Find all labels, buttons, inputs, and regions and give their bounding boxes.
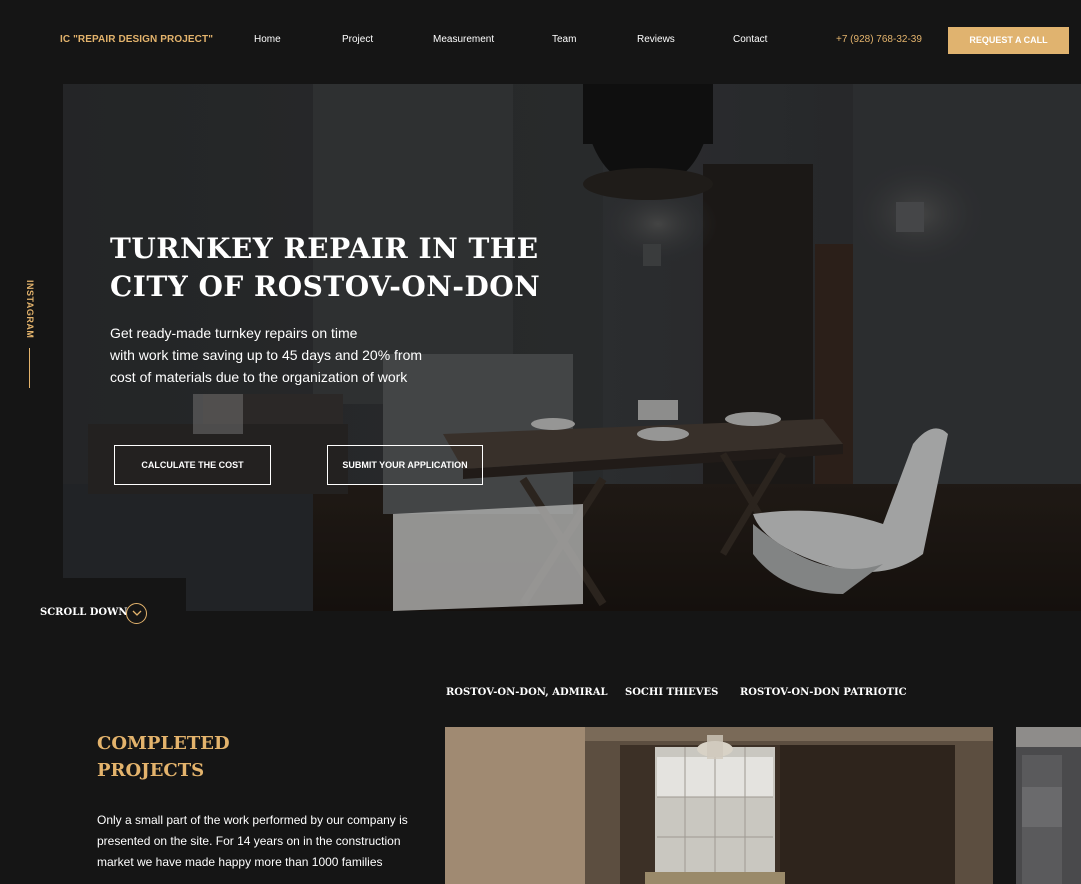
completed-projects-title-line1: COMPLETED [97, 733, 230, 754]
chevron-down-icon[interactable] [126, 603, 147, 624]
instagram-label: INSTAGRAM [25, 280, 35, 339]
hero-title-line1: TURNKEY REPAIR IN THE [110, 232, 539, 265]
scroll-down-label[interactable]: SCROLL DOWN [40, 607, 128, 618]
project-room-illustration-next [1016, 727, 1081, 884]
hero-subtitle-line3: cost of materials due to the organizatio… [110, 369, 408, 385]
nav-reviews[interactable]: Reviews [637, 34, 675, 45]
nav-home[interactable]: Home [254, 34, 281, 45]
phone-number[interactable]: +7 (928) 768-32-39 [836, 34, 922, 45]
project-image-next[interactable] [1016, 727, 1081, 884]
calculate-cost-button[interactable]: CALCULATE THE COST [114, 445, 271, 485]
nav-contact[interactable]: Contact [733, 34, 767, 45]
request-call-button[interactable]: REQUEST A CALL [948, 27, 1069, 54]
hero-subtitle-line2: with work time saving up to 45 days and … [110, 347, 423, 363]
hero-title-line2: CITY OF ROSTOV-ON-DON [110, 270, 541, 303]
instagram-link[interactable]: INSTAGRAM [22, 280, 38, 340]
projects-description-line1: Only a small part of the work performed … [97, 813, 408, 827]
project-tab-rostov-patriotic[interactable]: ROSTOV-ON-DON PATRIOTIC [740, 687, 907, 698]
project-tab-sochi[interactable]: SOCHI THIEVES [625, 687, 718, 698]
hero-subtitle: Get ready-made turnkey repairs on time w… [110, 322, 470, 388]
site-logo[interactable]: IC "REPAIR DESIGN PROJECT" [60, 34, 213, 45]
hero-subtitle-line1: Get ready-made turnkey repairs on time [110, 325, 358, 341]
submit-application-button[interactable]: SUBMIT YOUR APPLICATION [327, 445, 483, 485]
instagram-divider [29, 348, 30, 388]
completed-projects-title: COMPLETED PROJECTS [97, 730, 230, 784]
projects-description: Only a small part of the work performed … [97, 810, 427, 873]
projects-description-line3: market we have made happy more than 1000… [97, 855, 383, 869]
completed-projects-title-line2: PROJECTS [97, 760, 205, 781]
project-tab-rostov-admiral[interactable]: ROSTOV-ON-DON, ADMIRAL [446, 687, 608, 698]
nav-project[interactable]: Project [342, 34, 373, 45]
nav-team[interactable]: Team [552, 34, 576, 45]
hero-title: TURNKEY REPAIR IN THE CITY OF ROSTOV-ON-… [110, 230, 550, 306]
project-image[interactable] [445, 727, 993, 884]
projects-description-line2: presented on the site. For 14 years on i… [97, 834, 401, 848]
nav-measurement[interactable]: Measurement [433, 34, 494, 45]
site-header: IC "REPAIR DESIGN PROJECT" Home Project … [0, 0, 1081, 84]
project-room-illustration [445, 727, 993, 884]
